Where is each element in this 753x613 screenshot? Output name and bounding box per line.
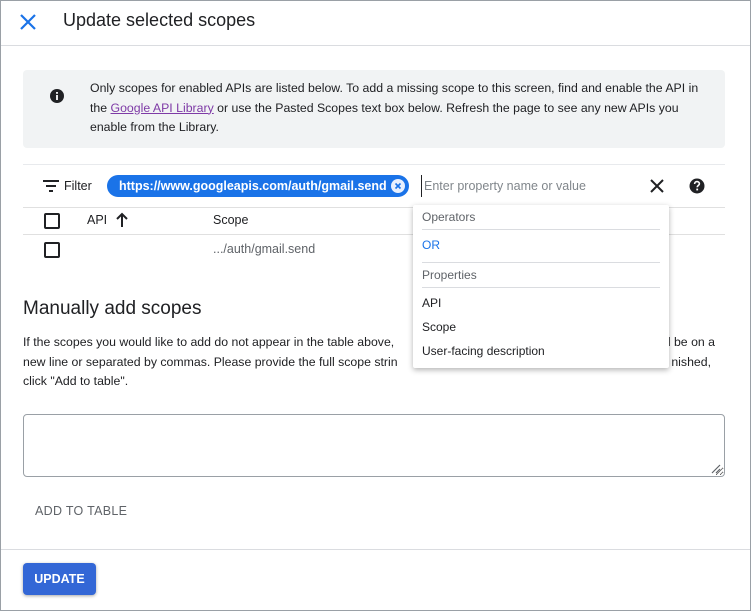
dropdown-divider [422,262,660,263]
manual-scopes-title: Manually add scopes [23,298,202,319]
column-header-api[interactable]: API [87,213,107,227]
column-header-scope[interactable]: Scope [213,213,248,227]
chip-remove-icon[interactable] [391,179,405,193]
property-scope[interactable]: Scope [413,317,669,337]
dialog-header: Update selected scopes [1,1,750,46]
filter-input[interactable] [421,175,634,197]
property-user-facing-description[interactable]: User-facing description [413,341,669,361]
banner-text: Only scopes for enabled APIs are listed … [90,81,699,134]
filter-chip-label: https://www.googleapis.com/auth/gmail.se… [119,179,387,193]
clear-filter-icon[interactable] [648,177,666,195]
info-banner: Only scopes for enabled APIs are listed … [23,70,725,148]
dropdown-divider [422,229,660,230]
sort-arrow-up-icon[interactable] [115,212,129,228]
update-button[interactable]: UPDATE [23,563,96,595]
filter-bar: Filter https://www.googleapis.com/auth/g… [23,164,725,208]
operators-header: Operators [422,210,476,224]
property-api[interactable]: API [413,293,669,313]
operator-or[interactable]: OR [413,235,669,255]
filter-icon[interactable] [43,179,59,193]
dropdown-divider [422,287,660,288]
dialog-footer: UPDATE [1,549,750,610]
resize-grip-icon[interactable] [709,462,721,474]
google-api-library-link[interactable]: Google API Library [111,101,214,115]
info-icon [50,89,64,103]
add-to-table-button[interactable]: ADD TO TABLE [23,497,133,525]
close-icon[interactable] [15,9,41,35]
filter-label: Filter [64,179,92,193]
row-scope-cell: .../auth/gmail.send [213,242,316,256]
help-icon[interactable] [688,177,706,195]
scopes-textarea[interactable] [23,414,725,477]
row-checkbox[interactable] [44,242,60,258]
dialog-title: Update selected scopes [63,10,256,30]
select-all-checkbox[interactable] [44,213,60,229]
filter-chip[interactable]: https://www.googleapis.com/auth/gmail.se… [107,175,409,197]
filter-suggestions-dropdown: Operators OR Properties API Scope User-f… [413,205,669,368]
properties-header: Properties [422,268,477,282]
